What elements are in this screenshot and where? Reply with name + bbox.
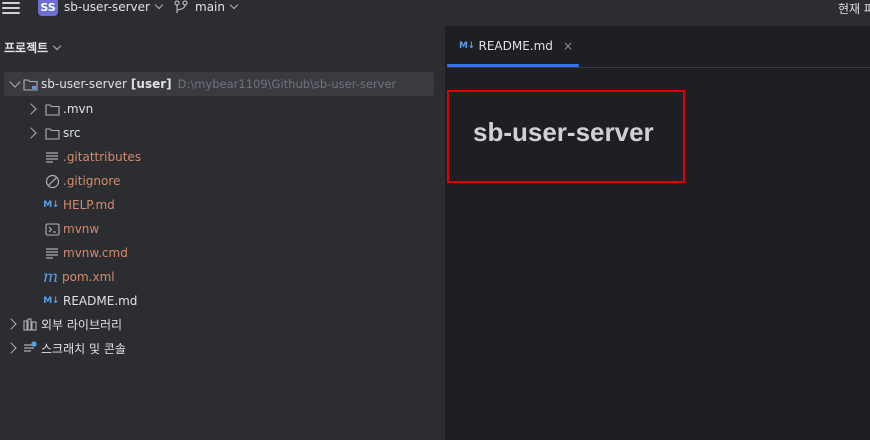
close-icon[interactable]: ×: [563, 39, 573, 53]
tree-item-pom-xml[interactable]: m pom.xml: [43, 265, 115, 289]
project-name: sb-user-server: [64, 0, 150, 14]
library-icon: [22, 316, 38, 332]
chevron-down-icon: [154, 0, 164, 10]
readme-heading: sb-user-server: [473, 117, 654, 147]
tab-readme[interactable]: M↓ README.md ×: [447, 26, 579, 68]
tree-item-src[interactable]: src: [24, 121, 81, 145]
tree-item-label: src: [63, 126, 81, 140]
ignore-file-icon: [44, 173, 60, 189]
chevron-right-icon[interactable]: [25, 103, 37, 115]
tree-item-label: mvnw.cmd: [63, 246, 128, 260]
tree-item-label: HELP.md: [63, 198, 115, 212]
editor-area: M↓ README.md × sb-user-server: [447, 26, 870, 440]
markdown-icon: M↓: [43, 200, 59, 210]
tree-item-label: .mvn: [63, 102, 94, 116]
tree-item-label: pom.xml: [62, 270, 115, 284]
tree-item-mvnw[interactable]: mvnw: [44, 217, 99, 241]
chevron-right-icon[interactable]: [5, 318, 17, 330]
chevron-down-icon: [229, 0, 239, 10]
tree-root-row[interactable]: sb-user-server [user] D:\mybear1109\Gith…: [4, 72, 434, 96]
main-menu-icon[interactable]: [2, 2, 20, 16]
chevron-down-icon[interactable]: [9, 76, 21, 88]
tree-item-mvn[interactable]: .mvn: [24, 97, 93, 121]
terminal-icon: [44, 221, 60, 237]
tab-label: README.md: [478, 39, 553, 53]
tree-item-gitattributes[interactable]: .gitattributes: [44, 145, 141, 169]
tree-item-label: 외부 라이브러리: [41, 317, 123, 332]
root-name: sb-user-server: [41, 77, 127, 91]
folder-icon: [44, 125, 60, 141]
root-path: D:\mybear1109\Github\sb-user-server: [177, 77, 397, 91]
scratch-console-icon: [22, 340, 38, 356]
chevron-down-icon: [52, 41, 62, 51]
tree-item-label: 스크래치 및 콘솔: [41, 341, 126, 356]
tree-item-help-md[interactable]: M↓ HELP.md: [42, 193, 115, 217]
tree-item-mvnw-cmd[interactable]: mvnw.cmd: [44, 241, 128, 265]
text-file-icon: [44, 245, 60, 261]
project-panel: 프로젝트 sb-user-server [user] D:\mybear1109…: [0, 26, 446, 440]
project-switcher[interactable]: sb-user-server: [64, 0, 164, 14]
tree-item-scratches[interactable]: 스크래치 및 콘솔: [4, 336, 126, 360]
module-folder-icon: [22, 76, 38, 92]
markdown-icon: M↓: [459, 41, 475, 51]
project-view-selector[interactable]: 프로젝트: [4, 39, 62, 56]
project-badge[interactable]: SS: [38, 0, 58, 16]
tree-item-label: mvnw: [63, 222, 100, 236]
tree-item-label: README.md: [63, 294, 138, 308]
chevron-right-icon[interactable]: [25, 127, 37, 139]
tree-item-label: .gitattributes: [63, 150, 142, 164]
tree-item-readme-md[interactable]: M↓ README.md: [42, 289, 137, 313]
markdown-icon: M↓: [43, 296, 59, 306]
branch-name: main: [195, 0, 225, 14]
tab-divider: [447, 67, 870, 68]
tree-item-external-libraries[interactable]: 외부 라이브러리: [4, 312, 122, 336]
text-file-icon: [44, 149, 60, 165]
folder-icon: [44, 101, 60, 117]
branch-switcher[interactable]: main: [195, 0, 239, 14]
tree-item-label: .gitignore: [63, 174, 121, 188]
svg-text:m: m: [43, 270, 58, 284]
chevron-right-icon[interactable]: [5, 342, 17, 354]
title-bar: SS sb-user-server main 현재 파: [0, 0, 870, 26]
maven-icon: m: [43, 269, 59, 285]
panel-title: 프로젝트: [4, 41, 49, 55]
tree-item-gitignore[interactable]: .gitignore: [44, 169, 120, 193]
run-config-selector[interactable]: 현재 파: [838, 0, 870, 17]
root-module: [user]: [130, 77, 172, 91]
git-branch-icon[interactable]: [174, 0, 188, 14]
